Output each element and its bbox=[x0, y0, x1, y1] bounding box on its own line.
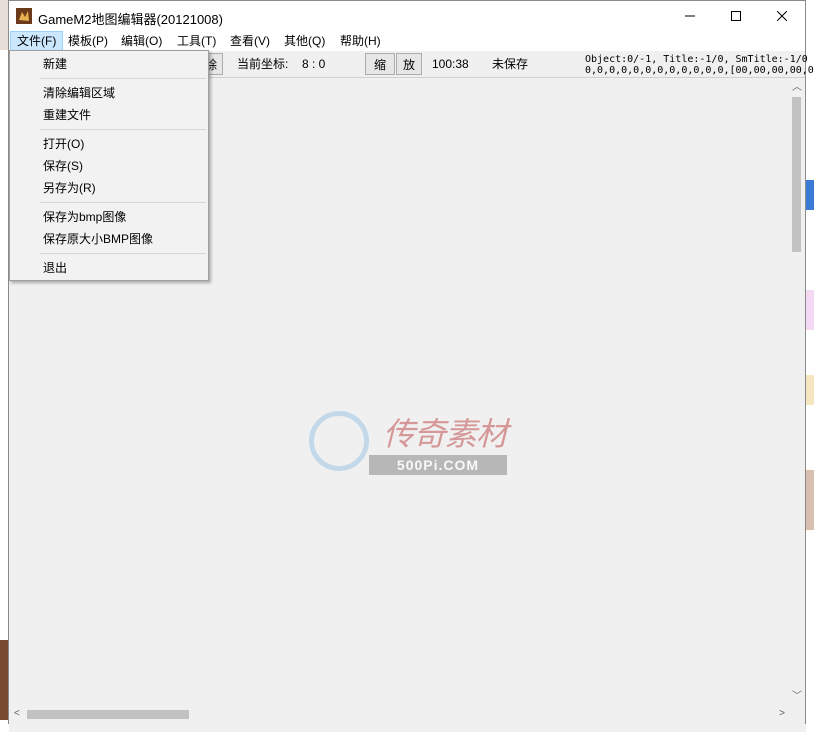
close-icon bbox=[777, 11, 787, 21]
menu-item-exit[interactable]: 退出 bbox=[43, 260, 67, 276]
menu-separator bbox=[40, 78, 206, 79]
menu-template[interactable]: 模板(P) bbox=[62, 32, 114, 50]
tile-info: 0,0,0,0,0,0,0,0,0,0,0,0,[00,00,00,00,00 bbox=[585, 65, 814, 76]
title-bar: GameM2地图编辑器(20121008) bbox=[9, 1, 805, 31]
horizontal-scrollbar[interactable]: < > bbox=[9, 705, 789, 724]
menu-item-new[interactable]: 新建 bbox=[43, 56, 67, 72]
menu-edit[interactable]: 编辑(O) bbox=[115, 32, 168, 50]
menu-separator bbox=[40, 253, 206, 254]
watermark: 传奇素材 500Pi.COM bbox=[305, 405, 510, 480]
window-title: GameM2地图编辑器(20121008) bbox=[38, 12, 223, 27]
watermark-en: 500Pi.COM bbox=[369, 455, 507, 475]
app-icon bbox=[16, 8, 32, 24]
menu-item-rebuild-file[interactable]: 重建文件 bbox=[43, 107, 91, 123]
menu-item-open[interactable]: 打开(O) bbox=[43, 136, 84, 152]
minimize-icon bbox=[685, 15, 695, 17]
vertical-scrollbar[interactable]: ︿ ﹀ bbox=[788, 78, 805, 705]
horizontal-scroll-thumb[interactable] bbox=[27, 710, 189, 719]
vertical-scroll-thumb[interactable] bbox=[792, 97, 801, 252]
menu-item-save-full-bmp[interactable]: 保存原大小BMP图像 bbox=[43, 231, 153, 247]
menu-other[interactable]: 其他(Q) bbox=[278, 32, 331, 50]
coord-value: 8 : 0 bbox=[302, 57, 326, 71]
menu-separator bbox=[40, 202, 206, 203]
scroll-right-icon[interactable]: > bbox=[779, 709, 785, 719]
scroll-left-icon[interactable]: < bbox=[14, 709, 20, 719]
save-status: 未保存 bbox=[492, 57, 529, 71]
menu-bar: 文件(F) 模板(P) 编辑(O) 工具(T) 查看(V) 其他(Q) 帮助(H… bbox=[9, 31, 805, 51]
zoom-level: 100:38 bbox=[432, 57, 469, 71]
close-button[interactable] bbox=[759, 1, 805, 31]
menu-separator bbox=[40, 129, 206, 130]
watermark-logo-icon bbox=[309, 411, 369, 471]
menu-item-save[interactable]: 保存(S) bbox=[43, 158, 83, 174]
scroll-corner bbox=[788, 705, 805, 724]
watermark-cn: 传奇素材 bbox=[383, 415, 508, 453]
file-menu-dropdown: 新建 清除编辑区域 重建文件 打开(O) 保存(S) 另存为(R) 保存为bmp… bbox=[9, 50, 209, 281]
coord-label: 当前坐标: bbox=[237, 57, 289, 71]
menu-file[interactable]: 文件(F) bbox=[10, 31, 64, 51]
scroll-up-icon[interactable]: ︿ bbox=[792, 83, 802, 93]
menu-item-clear-area[interactable]: 清除编辑区域 bbox=[43, 85, 115, 101]
background-window-right bbox=[806, 0, 814, 732]
object-info: Object:0/-1, Title:-1/0, SmTitle:-1/0 bbox=[585, 54, 808, 65]
menu-item-save-as[interactable]: 另存为(R) bbox=[43, 180, 96, 196]
minimize-button[interactable] bbox=[667, 1, 713, 31]
menu-help[interactable]: 帮助(H) bbox=[334, 32, 387, 50]
scroll-down-icon[interactable]: ﹀ bbox=[792, 692, 802, 702]
maximize-icon bbox=[731, 11, 741, 21]
menu-tools[interactable]: 工具(T) bbox=[171, 32, 222, 50]
zoom-out-button[interactable]: 缩 bbox=[365, 53, 395, 75]
menu-view[interactable]: 查看(V) bbox=[224, 32, 276, 50]
zoom-in-button[interactable]: 放 bbox=[396, 53, 422, 75]
maximize-button[interactable] bbox=[713, 1, 759, 31]
menu-item-save-bmp[interactable]: 保存为bmp图像 bbox=[43, 209, 126, 225]
